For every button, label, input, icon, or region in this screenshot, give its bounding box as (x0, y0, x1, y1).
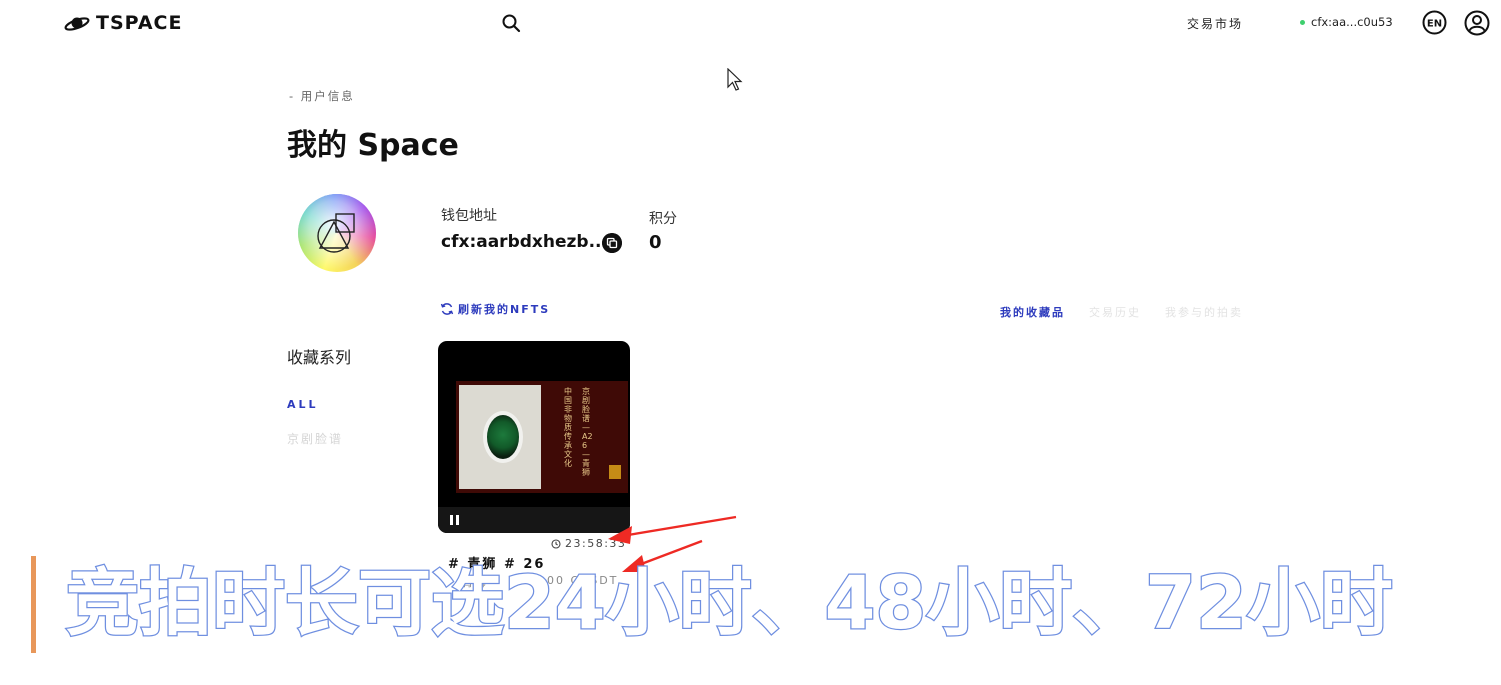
breadcrumb: - 用户信息 (289, 89, 355, 103)
video-caption: 竞拍时长可选24小时、48小时、72小时 (65, 560, 1394, 648)
points-label: 积分 (649, 211, 677, 227)
logo[interactable]: TSPACE (64, 12, 182, 34)
avatar-geometric-icon (317, 213, 355, 253)
points-value: 0 (649, 232, 662, 253)
copy-icon[interactable] (602, 233, 622, 253)
caption-accent-bar (31, 556, 36, 653)
nft-artwork: 中国非物质传承文化 京剧脸谱—A26—青狮 (456, 381, 628, 493)
refresh-icon (440, 303, 454, 315)
refresh-nfts-button[interactable]: 刷新我的NFTS (440, 301, 550, 317)
wallet-chip[interactable]: cfx:aa...c0u53 (1300, 15, 1393, 29)
mouse-cursor-icon (727, 68, 743, 91)
connected-status-dot (1300, 19, 1305, 25)
refresh-label: 刷新我的NFTS (458, 303, 551, 316)
pause-icon[interactable] (450, 515, 460, 525)
wallet-short-address: cfx:aa...c0u53 (1311, 15, 1393, 29)
artwork-text-left: 中国非物质传承文化 (564, 387, 572, 468)
collection-tabs: 我的收藏品 交易历史 我参与的拍卖 (1000, 304, 1243, 320)
user-account-icon[interactable] (1464, 10, 1490, 36)
logo-text: TSPACE (96, 12, 183, 34)
auction-timer: 23:58:33 (551, 537, 626, 550)
tab-trade-history[interactable]: 交易历史 (1089, 304, 1141, 320)
page-title: 我的 Space (287, 128, 459, 163)
language-toggle-icon[interactable]: EN (1422, 10, 1447, 35)
filter-all[interactable]: ALL (287, 398, 319, 411)
collections-title: 收藏系列 (287, 348, 352, 367)
wallet-address-label: 钱包地址 (441, 208, 497, 224)
timer-value: 23:58:33 (565, 537, 627, 550)
top-header: TSPACE 交易市场 cfx:aa...c0u53 EN (0, 0, 1501, 46)
clock-icon (551, 538, 561, 549)
seal-stamp (609, 465, 621, 479)
language-label: EN (1427, 19, 1442, 30)
tab-my-auctions[interactable]: 我参与的拍卖 (1165, 304, 1243, 320)
search-icon[interactable] (501, 13, 521, 33)
tab-my-collection[interactable]: 我的收藏品 (1000, 304, 1065, 320)
avatar (298, 194, 376, 272)
opera-mask-image (483, 411, 523, 463)
filter-peking-opera[interactable]: 京剧脸谱 (287, 430, 343, 447)
artwork-text-right: 京剧脸谱—A26—青狮 (582, 387, 593, 477)
planet-logo-icon (64, 17, 90, 31)
video-controls (438, 507, 630, 533)
nft-card[interactable]: 中国非物质传承文化 京剧脸谱—A26—青狮 (438, 341, 630, 533)
nav-market-link[interactable]: 交易市场 (1187, 15, 1243, 32)
wallet-address-value: cfx:aarbdxhezb... (441, 232, 608, 252)
